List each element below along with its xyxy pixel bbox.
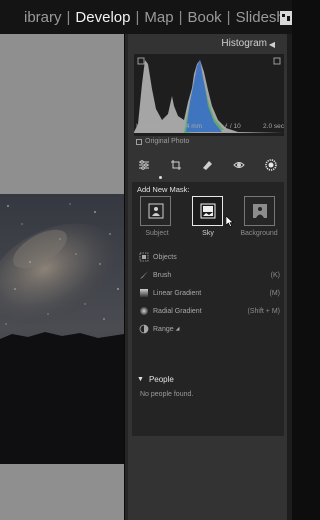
heal-icon[interactable] bbox=[200, 158, 214, 172]
checkbox-icon[interactable] bbox=[136, 138, 142, 145]
module-library[interactable]: ibrary bbox=[0, 9, 67, 26]
iso-value: ISO 400 bbox=[136, 123, 160, 130]
aperture-value: ƒ / 10 bbox=[224, 123, 241, 130]
people-section: ▼ People No people found. bbox=[132, 370, 284, 436]
module-book[interactable]: Book bbox=[182, 9, 226, 26]
sky-icon bbox=[200, 203, 215, 219]
module-picker: ibrary | Develop | Map | Book | Slidesho… bbox=[0, 0, 292, 34]
radial-gradient-icon bbox=[138, 306, 149, 317]
background-icon bbox=[252, 204, 267, 218]
mask-subject-button[interactable] bbox=[140, 196, 171, 226]
mask-subject-label: Subject bbox=[145, 230, 169, 237]
no-people-message: No people found. bbox=[140, 391, 194, 398]
radial-gradient-label: Radial Gradient bbox=[153, 307, 202, 315]
panel-scrollbar[interactable] bbox=[287, 34, 292, 520]
mask-option-linear-gradient[interactable]: Linear Gradient (M) bbox=[138, 286, 280, 300]
mask-option-brush[interactable]: Brush (K) bbox=[138, 268, 280, 282]
mask-option-range[interactable]: Range ◢ bbox=[138, 322, 280, 336]
objects-label: Objects bbox=[153, 253, 177, 261]
brush-icon bbox=[138, 270, 149, 281]
crop-icon[interactable] bbox=[169, 158, 183, 172]
expand-triangle-icon[interactable]: ▼ bbox=[137, 376, 144, 383]
range-dropdown-icon[interactable]: ◢ bbox=[176, 326, 180, 332]
image-viewport[interactable] bbox=[0, 34, 124, 520]
mask-sky-label: Sky bbox=[202, 230, 214, 237]
clipping-indicator-icon[interactable] bbox=[273, 57, 281, 65]
linear-gradient-icon bbox=[138, 288, 149, 299]
objects-icon bbox=[138, 252, 149, 263]
brush-label: Brush bbox=[153, 271, 172, 279]
focal-length: 24 mm bbox=[182, 123, 203, 130]
masking-icon[interactable] bbox=[264, 158, 278, 172]
cursor-pointer-icon bbox=[226, 216, 234, 227]
shutter-speed: 2.0 sec bbox=[263, 123, 284, 130]
mask-sky-button[interactable] bbox=[192, 196, 223, 226]
brush-shortcut: (K) bbox=[270, 271, 280, 279]
add-new-mask-title: Add New Mask: bbox=[137, 185, 190, 194]
people-header[interactable]: ▼ People bbox=[137, 375, 174, 384]
exif-info: ISO 400 24 mm ƒ / 10 2.0 sec bbox=[136, 123, 284, 130]
radial-gradient-shortcut: (Shift + M) bbox=[247, 307, 280, 315]
module-map[interactable]: Map bbox=[139, 9, 178, 26]
tool-strip bbox=[128, 156, 287, 174]
range-label: Range bbox=[153, 325, 174, 333]
linear-gradient-shortcut: (M) bbox=[269, 289, 281, 297]
mask-option-radial-gradient[interactable]: Radial Gradient (Shift + M) bbox=[138, 304, 280, 318]
mask-background-button[interactable] bbox=[244, 196, 275, 226]
range-icon bbox=[138, 324, 149, 335]
mask-background-label: Background bbox=[240, 230, 278, 237]
module-develop[interactable]: Develop bbox=[70, 9, 135, 26]
mask-option-objects[interactable]: Objects bbox=[138, 250, 280, 264]
sliders-icon[interactable] bbox=[137, 158, 151, 172]
original-photo-toggle[interactable]: Original Photo bbox=[136, 138, 189, 145]
active-tool-indicator bbox=[159, 176, 162, 179]
right-panel: Histogram ◀ ISO 400 24 mm ƒ / 10 2.0 sec bbox=[124, 34, 292, 520]
app-logo-icon bbox=[280, 11, 292, 25]
person-icon bbox=[148, 203, 163, 219]
eye-icon[interactable] bbox=[232, 158, 246, 172]
milky-way-photo bbox=[0, 194, 124, 464]
lightroom-window: ibrary | Develop | Map | Book | Slidesho… bbox=[0, 0, 292, 520]
shadow-clipping-icon[interactable] bbox=[137, 57, 145, 65]
collapse-arrow-icon[interactable]: ◀ bbox=[269, 40, 275, 49]
original-photo-label: Original Photo bbox=[145, 138, 190, 145]
histogram-title: Histogram bbox=[221, 38, 267, 49]
add-new-mask-section: Add New Mask: Subject Sky Background Obj… bbox=[132, 182, 284, 402]
people-title: People bbox=[148, 375, 174, 384]
develop-panel: Histogram ◀ ISO 400 24 mm ƒ / 10 2.0 sec bbox=[128, 34, 287, 520]
linear-gradient-label: Linear Gradient bbox=[153, 289, 202, 297]
